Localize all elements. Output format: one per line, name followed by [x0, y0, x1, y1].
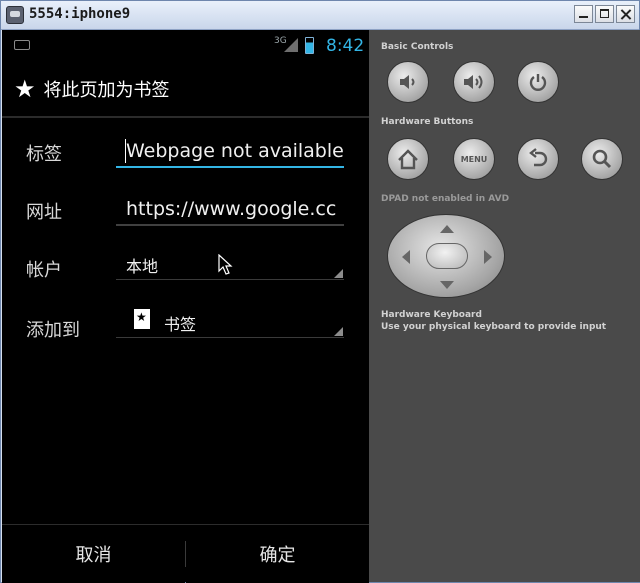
- search-icon: [592, 149, 612, 169]
- star-icon: ★: [14, 75, 36, 103]
- folder-value: 书签: [164, 315, 197, 334]
- dpad-left-icon[interactable]: [402, 250, 410, 264]
- dpad[interactable]: [387, 214, 505, 298]
- back-button[interactable]: [517, 138, 559, 180]
- signal-icon: [284, 38, 298, 52]
- input-underline: [116, 166, 344, 168]
- battery-icon: [305, 37, 314, 54]
- spinner-arrow-icon: [334, 269, 343, 278]
- close-button[interactable]: [616, 5, 635, 23]
- dpad-up-icon[interactable]: [440, 225, 454, 233]
- label-name: 标签: [26, 144, 62, 165]
- hardware-buttons-label: Hardware Buttons: [381, 117, 474, 127]
- spinner-arrow-icon: [334, 327, 343, 336]
- bookmark-url-input[interactable]: https://www.google.cc: [116, 194, 344, 226]
- window-title: 5554:iphone9: [29, 6, 131, 22]
- home-icon: [398, 149, 418, 170]
- dialog-title-text: 将此页加为书签: [43, 80, 170, 101]
- dialog-button-bar: 取消 确定: [2, 524, 369, 583]
- hardware-keyboard-label: Hardware Keyboard: [381, 310, 482, 320]
- search-button[interactable]: [581, 138, 623, 180]
- bookmark-name-value: Webpage not available: [126, 140, 344, 162]
- spinner-underline: [116, 279, 344, 280]
- volume-down-icon: [400, 75, 415, 89]
- volume-down-button[interactable]: [387, 61, 429, 103]
- home-button[interactable]: [387, 138, 429, 180]
- power-icon: [529, 74, 547, 91]
- emulator-window: 5554:iphone9 3G 8:42 ★ 将此页加为书签 标签 Webpag…: [0, 0, 640, 583]
- status-clock: 8:42: [326, 36, 365, 56]
- bookmark-url-value: https://www.google.cc: [126, 198, 337, 220]
- bookmark-name-input[interactable]: Webpage not available: [116, 136, 344, 168]
- window-controls: [574, 5, 635, 23]
- ok-button[interactable]: 确定: [186, 525, 369, 583]
- dialog-title: ★ 将此页加为书签: [14, 74, 170, 104]
- text-caret: [125, 139, 126, 163]
- basic-controls-label: Basic Controls: [381, 42, 454, 52]
- minimize-button[interactable]: [574, 5, 593, 23]
- phone-screen: 3G 8:42 ★ 将此页加为书签 标签 Webpage not availab…: [2, 30, 369, 583]
- volume-up-button[interactable]: [453, 61, 495, 103]
- dpad-label: DPAD not enabled in AVD: [381, 194, 510, 204]
- label-account: 帐户: [26, 260, 62, 281]
- spinner-underline: [116, 337, 344, 338]
- dpad-down-icon[interactable]: [440, 281, 454, 289]
- bookmark-folder-icon: [134, 309, 150, 329]
- volume-up-icon: [464, 75, 483, 89]
- window-titlebar[interactable]: 5554:iphone9: [1, 1, 639, 30]
- folder-spinner[interactable]: 书签: [116, 306, 344, 338]
- emulator-controls-panel: Basic Controls Hardware Buttons MENU DPA…: [369, 30, 640, 582]
- usb-notification-icon: [14, 40, 30, 50]
- menu-label: MENU: [460, 154, 488, 164]
- account-value: 本地: [126, 257, 159, 276]
- dpad-center-button[interactable]: [426, 243, 468, 269]
- maximize-button[interactable]: [595, 5, 614, 23]
- power-button[interactable]: [517, 61, 559, 103]
- mouse-cursor-icon: [218, 254, 233, 275]
- label-add-to: 添加到: [26, 320, 80, 341]
- menu-button[interactable]: MENU: [453, 138, 495, 180]
- cancel-button[interactable]: 取消: [2, 525, 185, 583]
- emulator-app-icon: [6, 6, 24, 24]
- hardware-keyboard-hint: Use your physical keyboard to provide in…: [381, 322, 607, 332]
- back-icon: [529, 148, 548, 167]
- input-underline: [116, 224, 344, 226]
- label-url: 网址: [26, 202, 62, 223]
- status-bar: 3G 8:42: [2, 30, 369, 62]
- dpad-right-icon[interactable]: [484, 250, 492, 264]
- title-divider: [2, 116, 369, 118]
